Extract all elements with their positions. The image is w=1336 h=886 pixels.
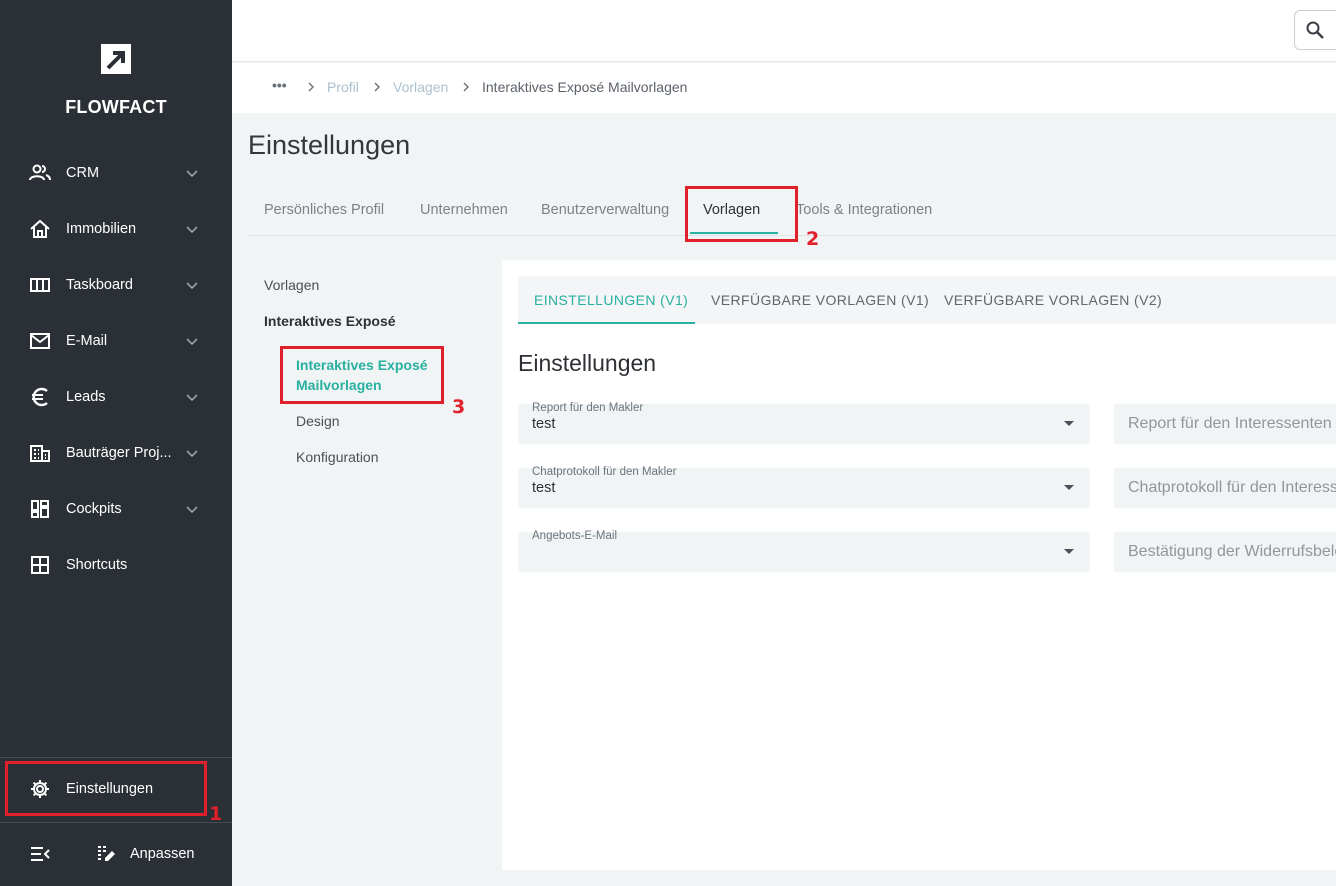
- annotation-number-1: 1: [209, 803, 223, 825]
- tab-unternehmen[interactable]: Unternehmen: [420, 202, 508, 218]
- building-icon: [28, 441, 52, 465]
- breadcrumb-more-button[interactable]: •••: [272, 77, 287, 93]
- tab-einstellungen-v1[interactable]: EINSTELLUNGEN (V1): [534, 292, 688, 308]
- sidebar-item-crm[interactable]: CRM: [0, 153, 232, 193]
- field-placeholder: Report für den Interessenten: [1128, 415, 1332, 432]
- people-icon: [28, 161, 52, 185]
- chevron-down-icon: [186, 506, 198, 514]
- euro-icon: [28, 385, 52, 409]
- sidebar-item-label: E-Mail: [66, 333, 108, 349]
- divider: [0, 757, 232, 758]
- dropdown-arrow-icon: [1064, 485, 1074, 490]
- annotation-box-3: [280, 346, 444, 404]
- dropdown-arrow-icon: [1064, 549, 1074, 554]
- chevron-down-icon: [186, 394, 198, 402]
- menu-collapse-icon: [28, 842, 52, 866]
- annotation-number-2: 2: [806, 228, 820, 250]
- chevron-down-icon: [186, 170, 198, 178]
- sidebar-item-leads[interactable]: Leads: [0, 377, 232, 417]
- divider: [0, 822, 232, 823]
- sidebar-item-label: CRM: [66, 165, 100, 181]
- grid-icon: [28, 553, 52, 577]
- chevron-right-icon: [374, 82, 380, 92]
- sidebar-item-label: Taskboard: [66, 277, 133, 293]
- customize-button[interactable]: Anpassen: [90, 834, 232, 874]
- chevron-down-icon: [186, 338, 198, 346]
- field-placeholder: Bestätigung der Widerrufsbelehrung: [1128, 543, 1336, 560]
- breadcrumb-profil[interactable]: Profil: [327, 79, 359, 95]
- sidebar-item-label: Leads: [66, 389, 106, 405]
- tab-verfuegbare-vorlagen-v2[interactable]: VERFÜGBARE VORLAGEN (V2): [944, 292, 1162, 308]
- annotation-number-3: 3: [452, 396, 466, 418]
- mail-icon: [28, 329, 52, 353]
- breadcrumb: ••• Profil Vorlagen Interaktives Exposé …: [232, 63, 1336, 113]
- angebots-email-select[interactable]: Angebots-E-Mail: [518, 530, 1090, 572]
- sidebar-item-label: Cockpits: [66, 501, 122, 517]
- field-label: Chatprotokoll für den Makler: [532, 466, 677, 478]
- dropdown-arrow-icon: [1064, 421, 1074, 426]
- field-value: test: [532, 480, 556, 496]
- sidebar-item-taskboard[interactable]: Taskboard: [0, 265, 232, 305]
- report-makler-select[interactable]: Report für den Makler test: [518, 402, 1090, 444]
- chevron-down-icon: [186, 226, 198, 234]
- customize-label: Anpassen: [130, 846, 195, 862]
- chatprotokoll-makler-select[interactable]: Chatprotokoll für den Makler test: [518, 466, 1090, 508]
- tab-verfuegbare-vorlagen-v1[interactable]: VERFÜGBARE VORLAGEN (V1): [711, 292, 929, 308]
- field-value: test: [532, 416, 556, 432]
- subnav-vorlagen[interactable]: Vorlagen: [264, 277, 319, 293]
- annotation-box-2: [685, 186, 798, 242]
- tab-benutzerverwaltung[interactable]: Benutzerverwaltung: [541, 202, 669, 218]
- breadcrumb-vorlagen[interactable]: Vorlagen: [393, 79, 448, 95]
- widerrufsbelehrung-select[interactable]: Bestätigung der Widerrufsbelehrung: [1114, 532, 1336, 572]
- sidebar: FLOWFACT CRM Immobilien Taskboard E-Mail: [0, 0, 232, 886]
- section-title: Einstellungen: [518, 350, 657, 376]
- chevron-right-icon: [308, 82, 314, 92]
- brand-name: FLOWFACT: [65, 97, 167, 117]
- sidebar-item-bautraeger[interactable]: Bauträger Proj...: [0, 433, 232, 473]
- annotation-box-1: [5, 761, 207, 816]
- sidebar-item-label: Bauträger Proj...: [66, 445, 172, 461]
- tab-persoenliches-profil[interactable]: Persönliches Profil: [264, 202, 384, 218]
- search-icon: [1306, 21, 1324, 39]
- field-label: Angebots-E-Mail: [532, 530, 618, 542]
- subnav-konfiguration[interactable]: Konfiguration: [296, 449, 379, 465]
- sidebar-item-label: Immobilien: [66, 221, 137, 237]
- active-tab-indicator: [518, 322, 695, 324]
- home-icon: [28, 217, 52, 241]
- sidebar-item-email[interactable]: E-Mail: [0, 321, 232, 361]
- sidebar-item-shortcuts[interactable]: Shortcuts: [0, 545, 232, 585]
- collapse-sidebar-button[interactable]: [0, 834, 80, 874]
- chevron-right-icon: [463, 82, 469, 92]
- subnav-interaktives-expose[interactable]: Interaktives Exposé: [264, 313, 396, 329]
- flowfact-logo-icon: [101, 44, 131, 74]
- field-label: Report für den Makler: [532, 402, 644, 414]
- search-input[interactable]: [1294, 10, 1336, 50]
- columns-icon: [28, 273, 52, 297]
- report-interessenten-select[interactable]: Report für den Interessenten: [1114, 404, 1336, 444]
- top-bar: [232, 0, 1336, 62]
- subnav-design[interactable]: Design: [296, 413, 340, 429]
- chevron-down-icon: [186, 450, 198, 458]
- dashboard-icon: [28, 497, 52, 521]
- chevron-down-icon: [186, 282, 198, 290]
- sidebar-item-immobilien[interactable]: Immobilien: [0, 209, 232, 249]
- page-title: Einstellungen: [248, 130, 411, 160]
- logo: FLOWFACT: [0, 44, 232, 118]
- breadcrumb-current: Interaktives Exposé Mailvorlagen: [482, 79, 688, 95]
- edit-grid-icon: [94, 842, 118, 866]
- sidebar-item-cockpits[interactable]: Cockpits: [0, 489, 232, 529]
- chatprotokoll-interessenten-select[interactable]: Chatprotokoll für den Interessenten: [1114, 468, 1336, 508]
- field-placeholder: Chatprotokoll für den Interessenten: [1128, 479, 1336, 496]
- sidebar-item-label: Shortcuts: [66, 557, 128, 573]
- tab-tools-integrationen[interactable]: Tools & Integrationen: [796, 202, 932, 218]
